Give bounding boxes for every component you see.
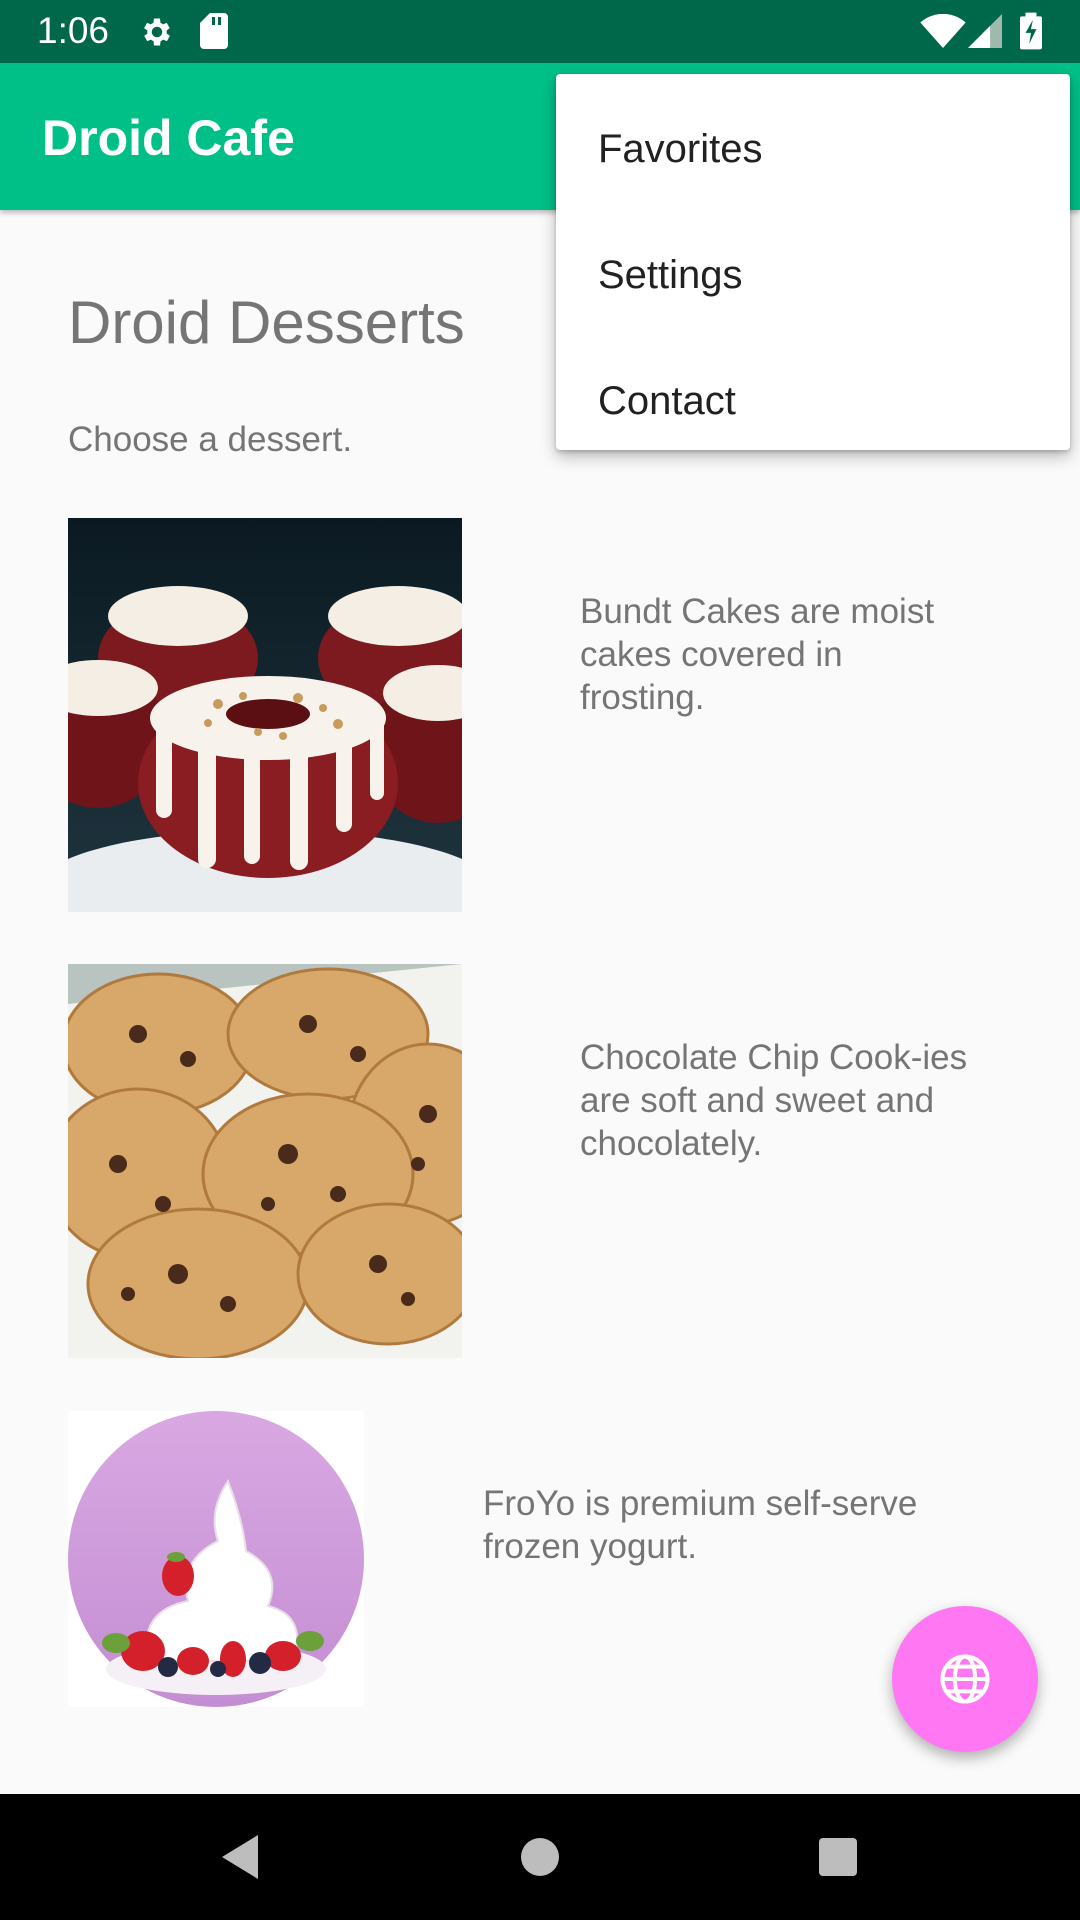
menu-item-settings[interactable]: Settings (556, 212, 1070, 338)
page-subtitle: Choose a dessert. (68, 420, 353, 459)
navigation-bar (0, 1794, 1080, 1920)
wifi-icon (920, 14, 966, 48)
battery-charging-icon (1020, 12, 1042, 50)
menu-item-contact[interactable]: Contact (556, 338, 1070, 464)
back-button[interactable] (180, 1794, 300, 1920)
menu-item-favorites[interactable]: Favorites (556, 86, 1070, 212)
recents-button[interactable] (778, 1794, 898, 1920)
home-icon (521, 1838, 559, 1876)
cookies-description: Chocolate Chip Cook-ies are soft and swe… (580, 1038, 968, 1163)
globe-icon (940, 1654, 990, 1704)
froyo-description: FroYo is premium self-serve frozen yogur… (483, 1484, 918, 1566)
settings-gear-icon (144, 18, 170, 46)
menu-item-label: Settings (598, 252, 743, 297)
recents-icon (819, 1838, 857, 1876)
page-title: Droid Desserts (68, 289, 465, 356)
overflow-menu: Favorites Settings Contact (556, 74, 1070, 450)
menu-item-label: Contact (598, 378, 736, 423)
status-time: 1:06 (37, 10, 110, 51)
bundt-cakes-description: Bundt Cakes are moist cakes covered in f… (580, 592, 935, 717)
cell-signal-icon (968, 14, 1002, 48)
app-title: Droid Cafe (42, 110, 295, 166)
bundt-cakes-image[interactable] (68, 518, 462, 912)
home-button[interactable] (480, 1794, 600, 1920)
chocolate-chip-cookies-image[interactable] (68, 964, 462, 1358)
menu-item-label: Favorites (598, 126, 763, 171)
fab-button[interactable] (892, 1606, 1038, 1752)
sd-card-icon (200, 13, 228, 49)
back-icon (222, 1835, 258, 1879)
froyo-image[interactable] (68, 1411, 364, 1707)
status-bar: 1:06 (0, 0, 1080, 63)
